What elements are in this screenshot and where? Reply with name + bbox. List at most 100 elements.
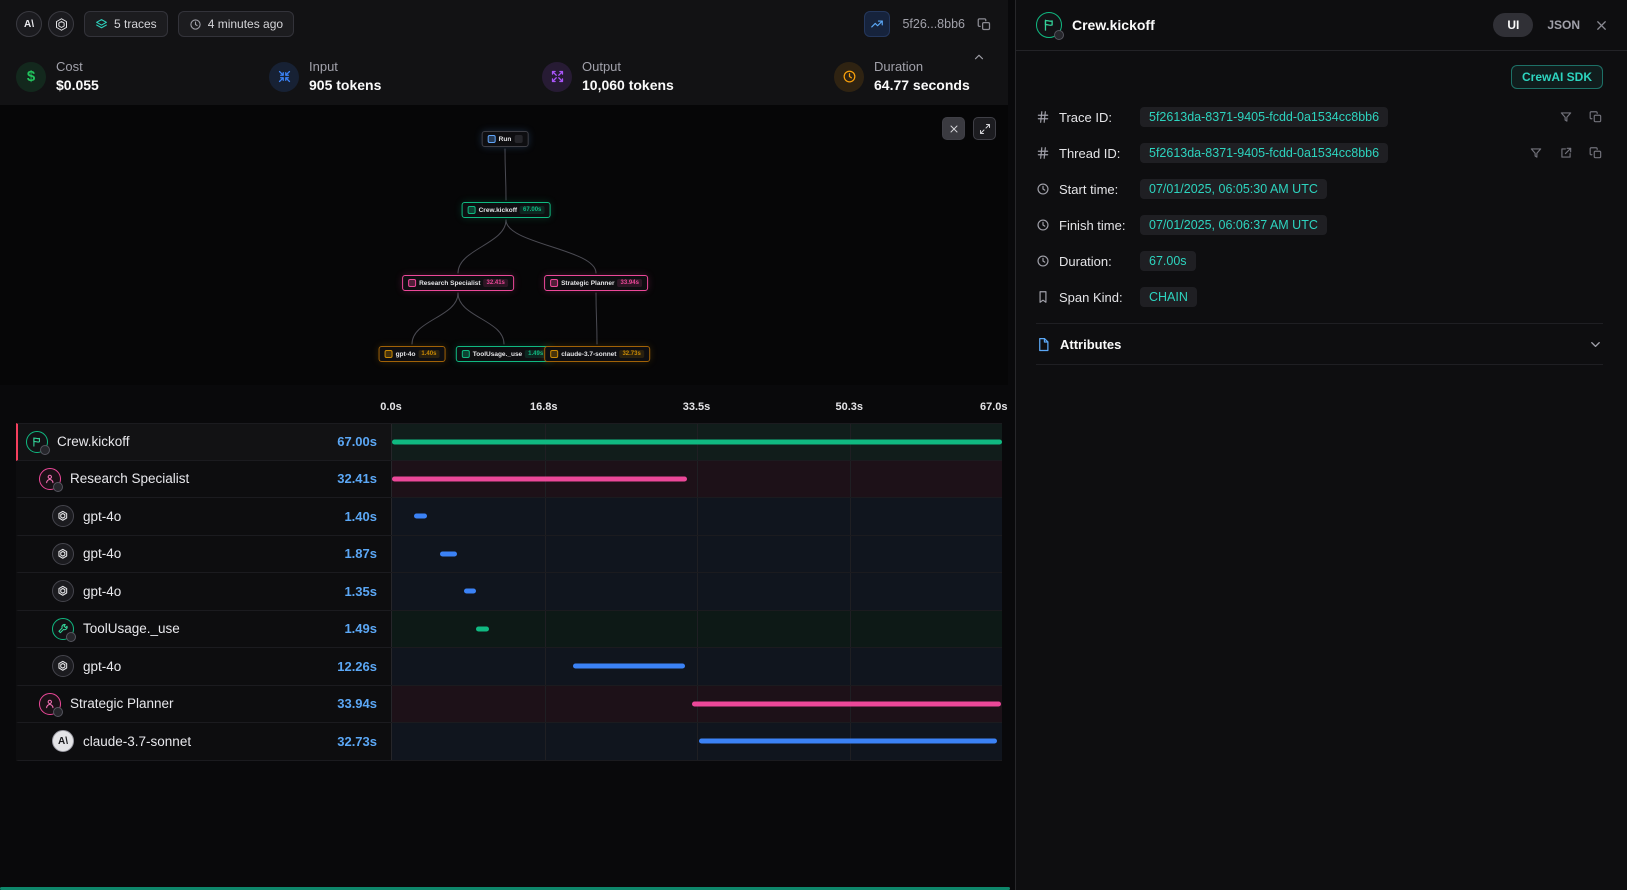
- copy-icon: [977, 17, 992, 32]
- span-duration: 32.41s: [337, 471, 391, 486]
- span-bar[interactable]: [464, 589, 476, 594]
- graph-node-tool[interactable]: ToolUsage._use1.49s: [456, 346, 552, 362]
- stat-value: 905 tokens: [309, 76, 381, 94]
- span-bar[interactable]: [392, 476, 687, 481]
- span-bar[interactable]: [692, 701, 1001, 706]
- stat-output: Output 10,060 tokens: [542, 59, 834, 93]
- field-label: Duration:: [1059, 254, 1131, 269]
- node-type-icon: [468, 206, 476, 214]
- trace-id-short: 5f26...8bb6: [902, 17, 965, 31]
- filter-icon[interactable]: [1559, 110, 1573, 124]
- openai-icon: [52, 655, 74, 677]
- field-value[interactable]: 5f2613da-8371-9405-fcdd-0a1534cc8bb6: [1140, 143, 1388, 163]
- span-bar[interactable]: [699, 739, 997, 744]
- anthropic-logo-icon: A\: [16, 11, 42, 37]
- node-label: ToolUsage._use: [473, 351, 522, 358]
- copy-icon[interactable]: [1589, 110, 1603, 124]
- timeline-rows: Crew.kickoff 67.00s Research Specialist …: [16, 423, 1002, 761]
- crew-icon: [1036, 12, 1062, 38]
- collapse-stats-button[interactable]: [972, 50, 986, 64]
- stat-label: Duration: [874, 59, 970, 75]
- field-row: Thread ID: 5f2613da-8371-9405-fcdd-0a153…: [1036, 135, 1603, 171]
- graph-expand-button[interactable]: [973, 117, 996, 140]
- timeline-row[interactable]: gpt-4o 1.87s: [16, 536, 1002, 574]
- agent-icon: [39, 468, 61, 490]
- timeline-row[interactable]: gpt-4o 12.26s: [16, 648, 1002, 686]
- timeline-track: [391, 461, 1002, 498]
- attributes-label: Attributes: [1060, 337, 1121, 352]
- span-duration: 33.94s: [337, 696, 391, 711]
- app-root: A\ 5 traces 4 minutes ago 5f26...8bb6: [0, 0, 1627, 890]
- trace-main: A\ 5 traces 4 minutes ago 5f26...8bb6: [0, 0, 1015, 890]
- span-duration: 67.00s: [337, 434, 391, 449]
- sdk-badge[interactable]: CrewAI SDK: [1511, 65, 1603, 89]
- timeline-track: [391, 686, 1002, 723]
- tool-icon: [52, 618, 74, 640]
- field-value[interactable]: 5f2613da-8371-9405-fcdd-0a1534cc8bb6: [1140, 107, 1388, 127]
- span-bar[interactable]: [392, 439, 1002, 444]
- graph-node-run[interactable]: Run: [482, 131, 529, 147]
- graph-node-claude[interactable]: claude-3.7-sonnet32.73s: [544, 346, 650, 362]
- metrics-button[interactable]: [864, 11, 890, 37]
- node-type-icon: [550, 279, 558, 287]
- timeline-track: [391, 648, 1002, 685]
- field-value[interactable]: 67.00s: [1140, 251, 1196, 271]
- field-label: Trace ID:: [1059, 110, 1131, 125]
- trace-header-panel: A\ 5 traces 4 minutes ago 5f26...8bb6: [0, 0, 1008, 105]
- tab-json[interactable]: JSON: [1547, 18, 1580, 32]
- span-bar[interactable]: [440, 551, 457, 556]
- copy-trace-id-button[interactable]: [977, 17, 992, 32]
- span-name: Strategic Planner: [70, 696, 328, 711]
- node-type-icon: [550, 350, 558, 358]
- node-duration-chip: 32.73s: [619, 350, 643, 358]
- tab-ui[interactable]: UI: [1493, 13, 1533, 37]
- traces-count-badge[interactable]: 5 traces: [84, 11, 168, 37]
- node-duration-chip: 1.49s: [525, 350, 546, 358]
- badge-overlay-icon: [40, 445, 50, 455]
- graph-node-research[interactable]: Research Specialist32.41s: [402, 275, 514, 291]
- graph-edges: [0, 105, 1008, 385]
- timeline-track: [391, 536, 1002, 573]
- stat-label: Input: [309, 59, 381, 75]
- trend-icon: [870, 17, 884, 31]
- clock-icon: [189, 18, 202, 31]
- axis-tick: 67.0s: [980, 401, 1008, 413]
- timeline-row[interactable]: gpt-4o 1.35s: [16, 573, 1002, 611]
- time-ago-label: 4 minutes ago: [208, 17, 283, 31]
- traces-count-label: 5 traces: [114, 17, 157, 31]
- timeline-row[interactable]: gpt-4o 1.40s: [16, 498, 1002, 536]
- node-duration-chip: 1.40s: [418, 350, 439, 358]
- graph-close-button[interactable]: [942, 117, 965, 140]
- filter-icon[interactable]: [1529, 146, 1543, 160]
- span-bar[interactable]: [414, 514, 427, 519]
- span-duration: 12.26s: [337, 659, 391, 674]
- stat-input: Input 905 tokens: [269, 59, 542, 93]
- timeline-row[interactable]: Crew.kickoff 67.00s: [16, 423, 1002, 461]
- external-link-icon[interactable]: [1559, 146, 1573, 160]
- panel-title: Crew.kickoff: [1072, 17, 1155, 33]
- span-bar[interactable]: [476, 626, 490, 631]
- stat-duration: Duration 64.77 seconds: [834, 59, 970, 93]
- graph-node-gpt[interactable]: gpt-4o1.40s: [379, 346, 446, 362]
- field-value[interactable]: 07/01/2025, 06:05:30 AM UTC: [1140, 179, 1327, 199]
- attributes-section[interactable]: Attributes: [1036, 324, 1603, 364]
- span-duration: 1.40s: [344, 509, 391, 524]
- copy-icon[interactable]: [1589, 146, 1603, 160]
- stat-value: 64.77 seconds: [874, 76, 970, 94]
- axis-tick: 33.5s: [683, 401, 711, 413]
- panel-close-button[interactable]: [1594, 18, 1609, 33]
- clock-icon: [1036, 254, 1050, 268]
- field-value[interactable]: CHAIN: [1140, 287, 1197, 307]
- detail-panel: Crew.kickoff UI JSON CrewAI SDK Trace ID…: [1015, 0, 1627, 890]
- timeline-row[interactable]: Strategic Planner 33.94s: [16, 686, 1002, 724]
- crew-icon: [26, 431, 48, 453]
- timeline-row[interactable]: Research Specialist 32.41s: [16, 461, 1002, 499]
- axis-tick: 0.0s: [380, 401, 401, 413]
- timeline-row[interactable]: A\ claude-3.7-sonnet 32.73s: [16, 723, 1002, 761]
- span-bar[interactable]: [573, 664, 685, 669]
- graph-node-strategic[interactable]: Strategic Planner33.94s: [544, 275, 648, 291]
- timeline-row[interactable]: ToolUsage._use 1.49s: [16, 611, 1002, 649]
- field-value[interactable]: 07/01/2025, 06:06:37 AM UTC: [1140, 215, 1327, 235]
- node-type-icon: [488, 135, 496, 143]
- graph-node-crew[interactable]: Crew.kickoff67.00s: [462, 202, 551, 218]
